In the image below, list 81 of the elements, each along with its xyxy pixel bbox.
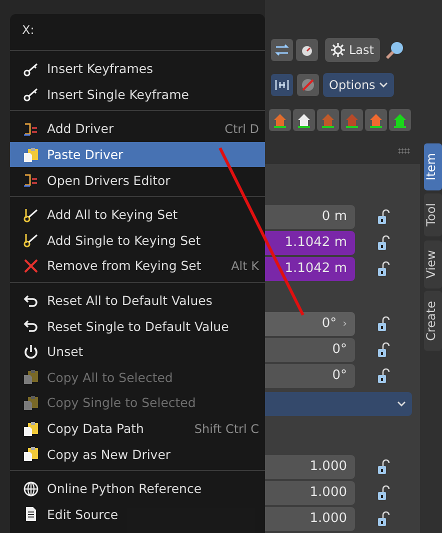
cross-icon <box>23 258 39 274</box>
prohibited-icon <box>300 77 316 93</box>
menu-item[interactable]: Online Python Reference <box>10 476 265 502</box>
search-icon[interactable] <box>385 40 405 60</box>
lock-icon[interactable] <box>377 234 391 250</box>
menu-item[interactable]: Remove from Keying Set Alt K <box>10 253 265 279</box>
clipboard-icon <box>23 394 39 411</box>
number-field[interactable]: 1.1042 m <box>265 230 355 254</box>
clipboard-icon <box>23 446 39 462</box>
toolbar-icon-button[interactable] <box>296 39 318 61</box>
power-icon <box>23 344 39 360</box>
toolbar-icon-button[interactable] <box>269 109 291 131</box>
lock-icon[interactable] <box>377 368 391 384</box>
clipboard-icon <box>23 146 39 163</box>
lock-icon[interactable] <box>377 316 391 332</box>
lock-icon[interactable] <box>377 484 391 500</box>
toolbar-icon-button[interactable] <box>341 109 363 131</box>
number-field[interactable]: 0° <box>265 338 355 362</box>
toolbar-icon-button[interactable] <box>365 109 387 131</box>
dropdown-field[interactable] <box>265 392 412 416</box>
key-icon <box>23 60 39 77</box>
number-field[interactable]: 1.1042 m <box>265 256 355 280</box>
toolbar-icon-button[interactable] <box>271 74 293 96</box>
key-icon <box>23 86 39 102</box>
menu-item[interactable]: Copy as New Driver <box>10 441 265 467</box>
toolbar-icon-button[interactable] <box>271 39 293 61</box>
lock-icon[interactable] <box>377 260 391 276</box>
menu-item[interactable]: Add Driver Ctrl D <box>10 116 265 142</box>
chevron-icon <box>397 401 406 407</box>
clipboard-icon <box>23 420 39 437</box>
driver-icon <box>23 120 39 137</box>
swap-arrows-icon <box>274 43 290 57</box>
number-field[interactable]: 1.000 <box>265 454 355 478</box>
menu-item[interactable]: Add Single to Keying Set <box>10 228 265 254</box>
undo-icon <box>23 318 39 334</box>
toolbar-icon-button[interactable] <box>317 109 339 131</box>
house-icon <box>368 112 384 128</box>
menu-item[interactable]: Open Drivers Editor <box>10 167 265 193</box>
lock-icon[interactable] <box>377 342 391 358</box>
number-field[interactable]: 1.000 <box>265 480 355 504</box>
sidebar-tab[interactable]: Item <box>424 143 442 190</box>
menu-item[interactable]: Paste Driver <box>10 142 265 168</box>
menu-item[interactable]: Add All to Keying Set <box>10 202 265 228</box>
menu-item[interactable]: Reset Single to Default Value <box>10 313 265 339</box>
house-icon <box>272 112 288 128</box>
lock-icon[interactable] <box>377 458 391 474</box>
menu-item[interactable]: Insert Keyframes <box>10 56 265 82</box>
menu-item[interactable]: Copy Data Path Shift Ctrl C <box>10 416 265 442</box>
document-icon <box>23 506 39 522</box>
lock-icon[interactable] <box>377 510 391 526</box>
number-field[interactable]: 0° <box>265 364 355 388</box>
house-icon <box>320 112 336 128</box>
menu-item[interactable]: Reset All to Default Values <box>10 288 265 314</box>
driver-icon <box>23 172 39 188</box>
toolbar-icon-button[interactable] <box>293 109 315 131</box>
keyframes-icon <box>274 78 290 92</box>
key-icon <box>23 206 39 223</box>
menu-title: X: <box>21 22 36 39</box>
menu-item[interactable]: Insert Single Keyframe <box>10 82 265 108</box>
lock-icon[interactable] <box>377 208 391 224</box>
toolbar-icon-button[interactable] <box>389 109 411 131</box>
options-button[interactable]: Options <box>323 73 394 97</box>
house-icon <box>344 112 360 128</box>
number-field[interactable]: 1.000 <box>265 506 355 530</box>
sidebar-tab[interactable]: Create <box>424 291 442 351</box>
number-field[interactable]: 0° › <box>265 312 355 336</box>
house-icon <box>296 112 312 128</box>
gear-icon <box>331 43 345 57</box>
menu-item[interactable]: Unset <box>10 338 265 365</box>
key-icon <box>23 232 39 248</box>
sidebar-tab[interactable]: View <box>424 240 442 288</box>
undo-icon <box>23 292 39 309</box>
number-field[interactable]: 0 m <box>265 204 355 228</box>
house-icon <box>392 112 408 128</box>
globe-icon <box>23 480 39 497</box>
menu-item[interactable]: Edit Source <box>10 502 265 528</box>
grip-icon[interactable] <box>398 148 410 154</box>
sidebar-tab[interactable]: Tool <box>424 193 442 237</box>
chevron-icon <box>379 82 388 88</box>
last-button[interactable]: Last <box>325 38 380 62</box>
clipboard-icon <box>23 369 39 386</box>
